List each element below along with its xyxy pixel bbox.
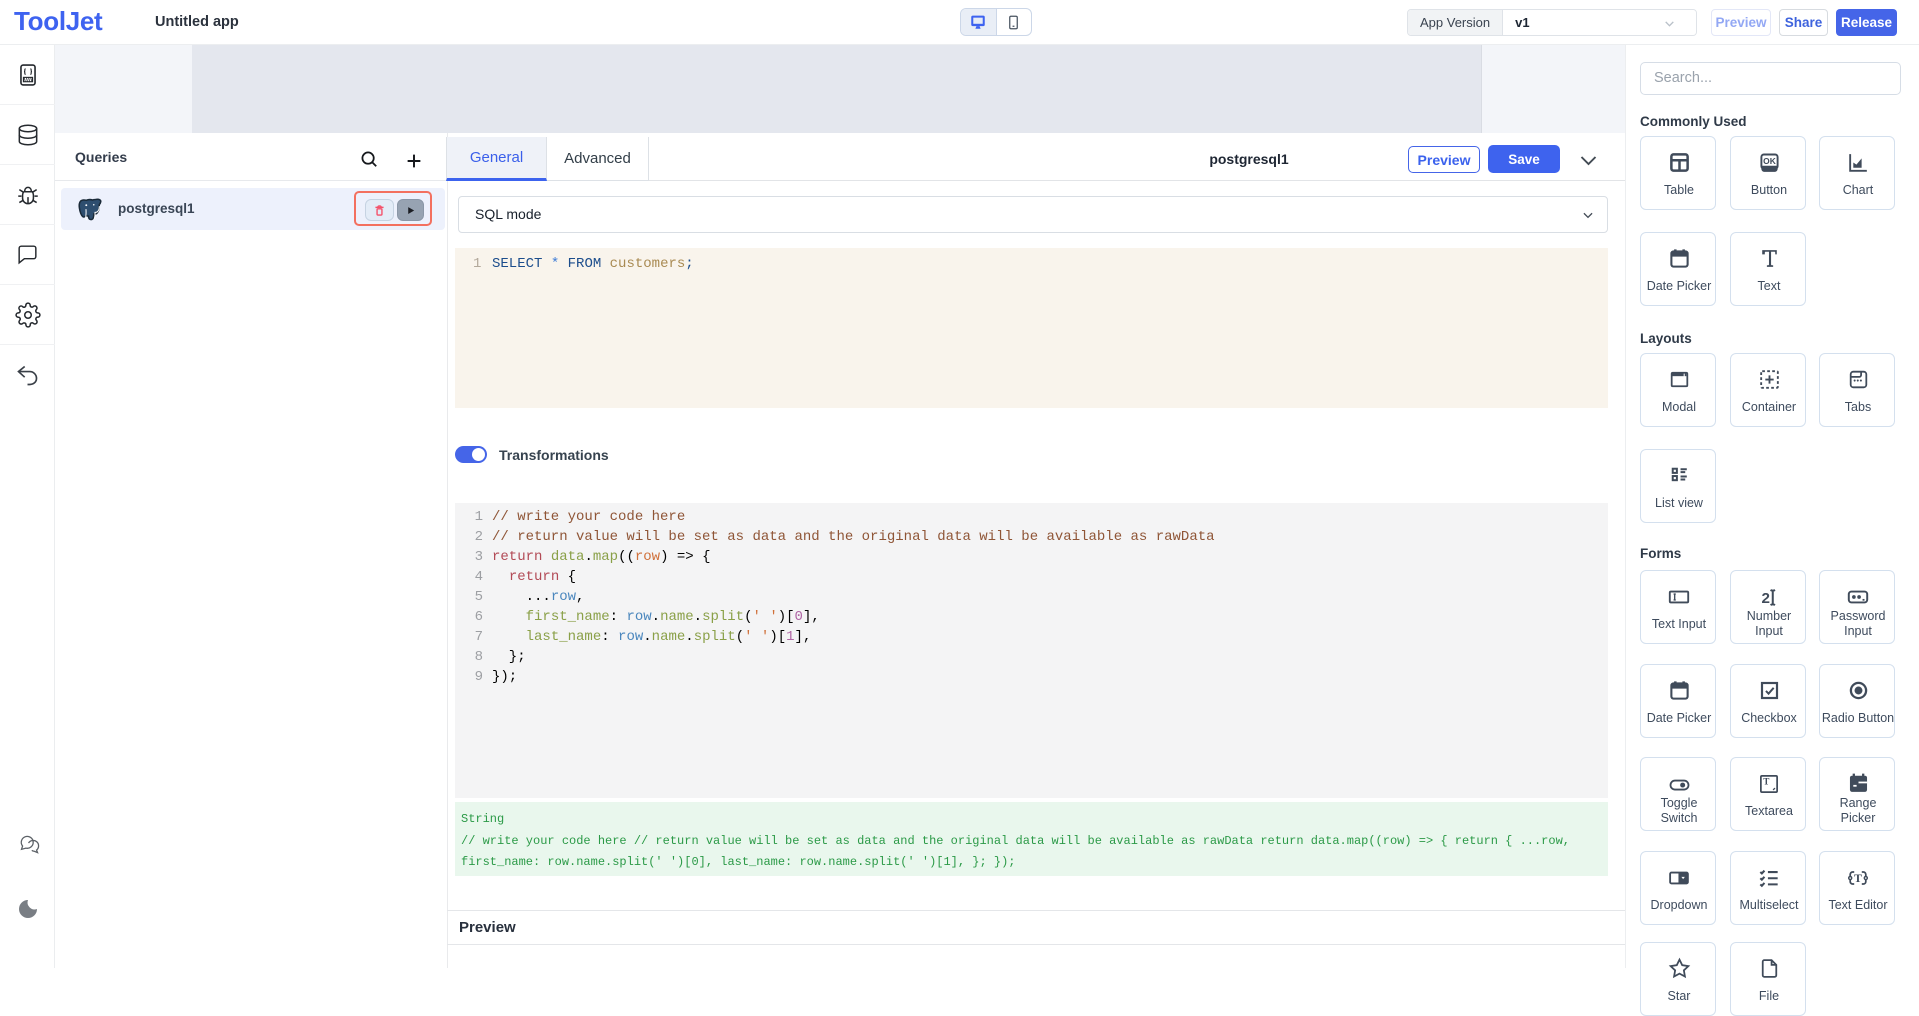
svg-text:2: 2 [1761,590,1769,607]
svg-text:T: T [1854,871,1862,885]
svg-text:OK: OK [1763,156,1776,166]
svg-text:T: T [1763,777,1769,787]
